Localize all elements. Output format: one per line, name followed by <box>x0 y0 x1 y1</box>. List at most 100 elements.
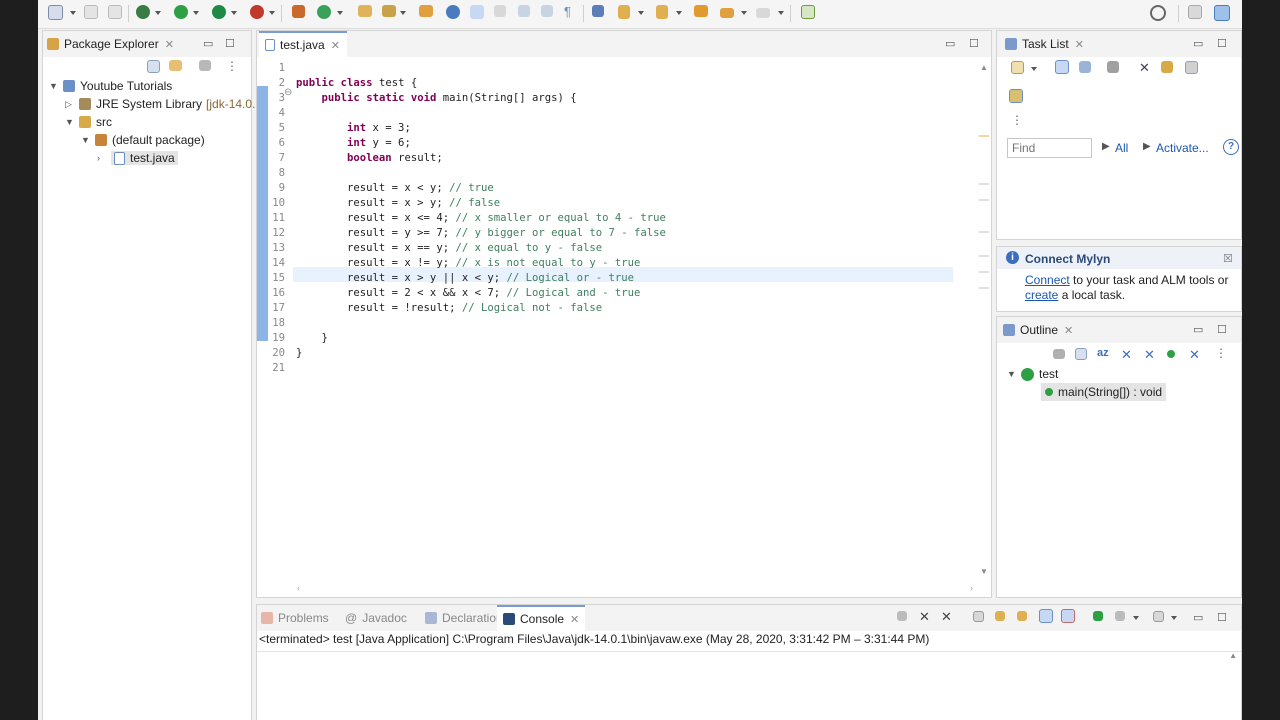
view-menu-icon[interactable]: ⋮ <box>1215 346 1231 362</box>
code-line[interactable]: result = !result; // Logical not - false <box>296 301 602 316</box>
code-line[interactable]: result = x < y; // true <box>296 181 494 196</box>
view-menu-icon[interactable]: ⋮ <box>226 59 242 75</box>
word-wrap-icon[interactable] <box>518 5 530 17</box>
toggle-block-icon[interactable] <box>494 5 506 17</box>
overview-marker[interactable] <box>979 271 989 273</box>
fold-icon[interactable]: ⊖ <box>284 87 292 98</box>
focus-on-workweek-icon[interactable] <box>1107 61 1119 73</box>
save-all-icon[interactable] <box>108 5 122 19</box>
code-line[interactable]: } <box>296 346 302 361</box>
code-line[interactable]: int y = 6; <box>296 136 411 151</box>
maximize-icon[interactable]: ☐ <box>969 37 979 50</box>
maximize-icon[interactable]: ☐ <box>1217 611 1227 624</box>
previous-annotation-icon[interactable] <box>656 5 668 19</box>
annotation-icon[interactable] <box>592 5 604 17</box>
pin-editor-icon[interactable] <box>801 5 815 19</box>
collapse-all-icon[interactable] <box>147 60 160 73</box>
external-tools-icon[interactable] <box>250 5 264 19</box>
tab-package-explorer[interactable]: Package Explorer ✕ <box>47 31 197 57</box>
collapse-all-icon[interactable] <box>1185 61 1198 74</box>
last-edit-icon[interactable] <box>694 5 708 17</box>
chevron-right-icon[interactable]: ▷ <box>65 99 75 110</box>
hide-non-public-icon[interactable] <box>1167 350 1175 358</box>
tree-item-jre-library[interactable]: ▷ JRE System Library [jdk-14.0. <box>65 95 255 113</box>
play-icon[interactable]: ▶ <box>1143 141 1151 152</box>
close-icon[interactable]: ✕ <box>331 39 340 52</box>
code-line[interactable]: public static void main(String[] args) { <box>296 91 577 106</box>
minimize-icon[interactable]: ▭ <box>1193 37 1203 50</box>
sort-icon[interactable]: az <box>1097 347 1113 363</box>
code-line[interactable]: result = x > y || x < y; // Logical or -… <box>296 271 634 286</box>
search-dropdown-icon[interactable] <box>400 11 406 15</box>
help-icon[interactable]: ? <box>1223 139 1239 155</box>
hide-fields-icon[interactable]: ✕ <box>1121 347 1137 363</box>
terminate-icon[interactable] <box>897 611 907 621</box>
minimize-icon[interactable]: ▭ <box>1193 611 1203 624</box>
outline-class-item[interactable]: ▼ test <box>1007 365 1058 383</box>
chevron-down-icon[interactable]: ▼ <box>49 81 59 91</box>
horizontal-scrollbar[interactable]: ‹ › <box>293 582 977 596</box>
debug-icon[interactable] <box>136 5 150 19</box>
overview-marker[interactable] <box>979 183 989 185</box>
tab-declaration[interactable]: Declaration <box>425 605 503 631</box>
maximize-icon[interactable]: ☐ <box>1217 323 1227 336</box>
code-line[interactable]: result = x != y; // x is not equal to y … <box>296 256 640 271</box>
collapse-all-icon[interactable] <box>1075 348 1087 360</box>
vertical-scrollbar[interactable]: ▲ ▼ <box>977 59 991 579</box>
hide-completed-icon[interactable]: ✕ <box>1139 60 1155 76</box>
chevron-down-icon[interactable]: ▼ <box>81 135 91 145</box>
hide-static-icon[interactable]: ✕ <box>1144 347 1160 363</box>
tab-test-java[interactable]: test.java ✕ <box>259 31 347 57</box>
chevron-down-icon[interactable]: ▼ <box>65 117 75 127</box>
activate-link[interactable]: Activate... <box>1156 141 1209 155</box>
tree-item-test-java[interactable]: › test.java <box>97 149 178 167</box>
minimize-icon[interactable]: ▭ <box>1193 323 1203 336</box>
toggle-highlight-icon[interactable] <box>470 5 484 19</box>
tree-item-project[interactable]: ▼ Youtube Tutorials <box>49 77 172 95</box>
search-icon[interactable] <box>1150 5 1166 21</box>
chevron-down-icon[interactable]: ▼ <box>1007 369 1017 379</box>
tab-console[interactable]: Console ✕ <box>497 605 586 631</box>
code-line[interactable]: int x = 3; <box>296 121 411 136</box>
tree-item-src[interactable]: ▼ src <box>65 113 112 131</box>
run-icon[interactable] <box>174 5 188 19</box>
tab-task-list[interactable]: Task List ✕ <box>1005 31 1115 57</box>
minimize-icon[interactable]: ▭ <box>203 37 213 50</box>
forward-icon[interactable] <box>756 8 770 18</box>
maximize-icon[interactable]: ☐ <box>225 37 235 50</box>
categorized-icon[interactable] <box>1055 60 1069 74</box>
scroll-up-icon[interactable]: ▲ <box>980 63 988 72</box>
external-tools-dropdown-icon[interactable] <box>269 11 275 15</box>
debug-dropdown-icon[interactable] <box>155 11 161 15</box>
tree-item-default-package[interactable]: ▼ (default package) <box>81 131 205 149</box>
tab-javadoc[interactable]: @ Javadoc <box>345 605 407 631</box>
code-line[interactable]: } <box>296 331 328 346</box>
clear-console-icon[interactable] <box>973 611 984 622</box>
back-dropdown-icon[interactable] <box>741 11 747 15</box>
repository-icon[interactable] <box>1009 89 1023 103</box>
pin-console-icon[interactable] <box>1093 611 1103 621</box>
scheduled-icon[interactable] <box>1079 61 1091 73</box>
next-annotation-icon[interactable] <box>618 5 630 19</box>
display-console-dropdown-icon[interactable] <box>1133 616 1139 620</box>
remove-all-icon[interactable]: ✕ <box>941 609 957 625</box>
open-console-icon[interactable] <box>1153 611 1164 622</box>
code-line[interactable]: result = x == y; // x equal to y - false <box>296 241 602 256</box>
open-console-dropdown-icon[interactable] <box>1171 616 1177 620</box>
scroll-down-icon[interactable]: ▼ <box>980 567 988 576</box>
overview-marker[interactable] <box>979 255 989 257</box>
maximize-icon[interactable]: ☐ <box>1217 37 1227 50</box>
connect-link[interactable]: Connect <box>1025 273 1070 287</box>
new-dropdown-icon[interactable] <box>70 11 76 15</box>
previous-annotation-dropdown-icon[interactable] <box>676 11 682 15</box>
back-icon[interactable] <box>720 8 734 18</box>
code-line[interactable]: boolean result; <box>296 151 443 166</box>
create-link[interactable]: create <box>1025 288 1058 302</box>
find-input[interactable] <box>1007 138 1092 158</box>
new-java-project-icon[interactable] <box>292 5 305 18</box>
code-line[interactable]: result = 2 < x && x < 7; // Logical and … <box>296 286 640 301</box>
new-task-icon[interactable] <box>1011 61 1024 74</box>
open-type-icon[interactable] <box>358 5 372 17</box>
filters-icon[interactable] <box>199 60 211 71</box>
show-on-error-icon[interactable] <box>1061 609 1075 623</box>
